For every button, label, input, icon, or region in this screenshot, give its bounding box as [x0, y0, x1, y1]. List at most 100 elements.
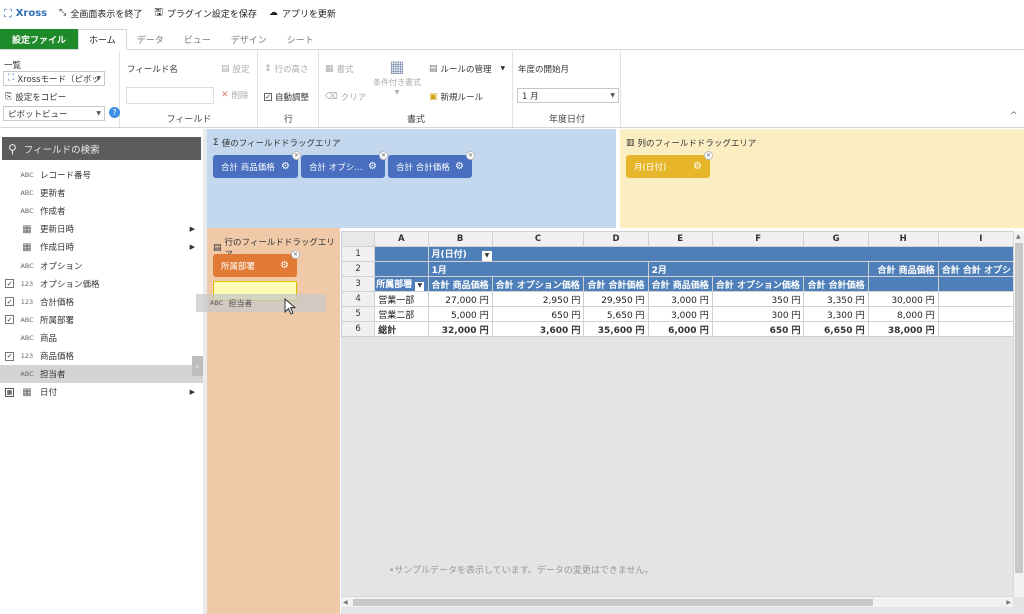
checkbox-checked-icon[interactable]: ✓ [5, 279, 14, 289]
close-icon[interactable]: ✕ [291, 250, 300, 259]
measure-header[interactable]: 合計 合計価格 [803, 276, 869, 292]
grid-cell[interactable]: 6,650 円 [803, 321, 869, 337]
grid-cell[interactable]: 3,000 円 [647, 306, 713, 322]
row-height-button[interactable]: ⇕ 行の高さ [264, 63, 309, 75]
value-drag-area[interactable]: Σ 値のフィールドドラッグエリア 合計 商品価格 ⚙ ✕ 合計 オプシ... ⚙… [207, 129, 616, 228]
collapse-pane-button[interactable]: ‹ [192, 356, 203, 376]
field-item[interactable]: ABC レコード番号 [0, 166, 203, 184]
grid-cell[interactable]: 29,950 円 [583, 291, 649, 307]
vertical-scroll-thumb[interactable] [1015, 243, 1023, 573]
tab-view[interactable]: ビュー [174, 29, 221, 49]
collapse-ribbon-icon[interactable]: ^ [1010, 111, 1018, 121]
tab-design[interactable]: デザイン [221, 29, 277, 49]
grid-cell[interactable]: 3,000 円 [647, 291, 713, 307]
grid-cell[interactable]: 営業二部 [374, 306, 429, 322]
measure-header[interactable]: 合計 商品価格 [647, 276, 713, 292]
measure-header[interactable]: 合計 オプション価格 [711, 276, 805, 292]
column-header[interactable]: F [711, 231, 805, 247]
column-chip-month[interactable]: 月(日付) ⚙ ✕ [626, 151, 713, 178]
grid-cell[interactable]: 30,000 円 [867, 291, 939, 307]
grand-sales-header[interactable]: 合計 商品価格 [867, 261, 939, 277]
field-item[interactable]: ▦ 作成日時 ▶ [0, 238, 203, 256]
measure-header[interactable]: 合計 合計価格 [583, 276, 649, 292]
field-item[interactable]: ABC 更新者 [0, 184, 203, 202]
checkbox-checked-icon[interactable]: ✓ [5, 315, 14, 325]
update-app-button[interactable]: ☁ アプリを更新 [269, 7, 336, 20]
tab-settings-file[interactable]: 設定ファイル [0, 29, 79, 49]
row-header[interactable]: 6 [341, 321, 376, 337]
column-header[interactable]: E [647, 231, 713, 247]
column-header[interactable]: D [583, 231, 649, 247]
row-header[interactable]: 4 [341, 291, 376, 307]
auto-adjust-toggle[interactable]: ✓ 自動調整 [264, 91, 309, 103]
field-item[interactable]: ✓ 123 合計価格 [0, 293, 203, 311]
grid-cell[interactable]: 5,000 円 [427, 306, 493, 322]
close-icon[interactable]: ✕ [292, 151, 301, 160]
tab-sheet[interactable]: シート [277, 29, 324, 49]
gear-icon[interactable]: ⚙ [693, 161, 702, 172]
new-rule-button[interactable]: ▣ 新規ルール [429, 91, 483, 103]
column-header[interactable]: B [427, 231, 493, 247]
value-chip-sales[interactable]: 合計 商品価格 ⚙ ✕ [213, 151, 301, 178]
field-item[interactable]: ▦ 更新日時 ▶ [0, 220, 203, 238]
column-drag-area[interactable]: ▥ 列のフィールドドラッグエリア 月(日付) ⚙ ✕ [620, 129, 1024, 228]
filter-dropdown-icon[interactable]: ▼ [415, 281, 425, 291]
tab-data[interactable]: データ [127, 29, 174, 49]
field-item[interactable]: ABC 担当者 [0, 365, 203, 384]
view-select[interactable]: ピボットビュー ▼ [3, 106, 105, 121]
close-icon[interactable]: ✕ [704, 151, 713, 160]
month-field-header[interactable]: 月(日付) ▼ [427, 246, 1024, 262]
grid-corner[interactable] [341, 231, 376, 247]
measure-header[interactable] [937, 276, 1024, 292]
month-1-header[interactable]: 1月 [427, 261, 649, 277]
measure-header[interactable] [867, 276, 939, 292]
grid-cell[interactable]: 総計 [374, 321, 429, 337]
pivot-header-cell[interactable] [374, 261, 429, 277]
grid-cell[interactable]: 27,000 円 [427, 291, 493, 307]
filter-dropdown-icon[interactable]: ▼ [481, 251, 492, 261]
month-2-header[interactable]: 2月 [647, 261, 869, 277]
column-header[interactable]: I [937, 231, 1024, 247]
grid-cell[interactable]: 35,600 円 [583, 321, 649, 337]
scroll-up-icon[interactable]: ▲ [1016, 233, 1021, 240]
gear-icon[interactable]: ⚙ [281, 161, 290, 172]
scroll-right-icon[interactable]: ▶ [1006, 599, 1011, 606]
field-search-input[interactable]: ⚲ フィールドの検索 [2, 137, 201, 160]
row-chip-department[interactable]: 所属部署 ⚙ ✕ [213, 250, 300, 277]
column-header[interactable]: G [803, 231, 869, 247]
measure-header[interactable]: 合計 商品価格 [427, 276, 493, 292]
field-item[interactable]: ✓ ABC 所属部署 [0, 311, 203, 329]
field-item[interactable]: ✓ 123 商品価格 [0, 347, 203, 365]
conditional-format-button[interactable]: ▦ 条件付き書式 ▼ [372, 59, 422, 96]
gear-icon[interactable]: ⚙ [455, 161, 464, 172]
grid-cell[interactable]: 8,000 円 [867, 306, 939, 322]
grid-cell[interactable]: 650 円 [491, 306, 585, 322]
checkbox-checked-icon[interactable]: ✓ [5, 297, 14, 307]
rule-manage-button[interactable]: ▤ ルールの管理 ▼ [429, 63, 505, 75]
grid-cell[interactable]: 3 [937, 291, 1024, 307]
grid-cell[interactable]: 4 [937, 321, 1024, 337]
row-header[interactable]: 5 [341, 306, 376, 322]
help-icon[interactable]: ? [109, 107, 120, 118]
grid-cell[interactable]: 350 円 [711, 291, 805, 307]
close-icon[interactable]: ✕ [466, 151, 475, 160]
exit-fullscreen-button[interactable]: ⤡ 全画面表示を終了 [59, 7, 142, 20]
grid-cell[interactable]: 3,350 円 [803, 291, 869, 307]
grid-cell[interactable]: 5,650 円 [583, 306, 649, 322]
gear-icon[interactable]: ⚙ [280, 260, 289, 271]
grid-cell[interactable]: 3,300 円 [803, 306, 869, 322]
grid-cell[interactable]: 営業一部 [374, 291, 429, 307]
value-chip-option[interactable]: 合計 オプシ... ⚙ ✕ [301, 151, 388, 178]
tab-home[interactable]: ホーム [78, 29, 127, 50]
field-item[interactable]: ABC 商品 [0, 329, 203, 347]
value-chip-total[interactable]: 合計 合計価格 ⚙ ✕ [388, 151, 475, 178]
department-header[interactable]: 所属部署 ▼ [374, 276, 429, 292]
mode-select[interactable]: ⛶ Xrossモード（ピボッ ▼ [3, 71, 105, 86]
vertical-scrollbar[interactable]: ▲ [1013, 231, 1024, 597]
grid-cell[interactable]: 32,000 円 [427, 321, 493, 337]
field-item[interactable]: ABC 作成者 [0, 202, 203, 220]
row-header[interactable]: 3 [341, 276, 376, 292]
row-header[interactable]: 2 [341, 261, 376, 277]
format-button[interactable]: ▦ 書式 [325, 63, 354, 75]
clear-button[interactable]: ⌫ クリア [325, 91, 366, 103]
